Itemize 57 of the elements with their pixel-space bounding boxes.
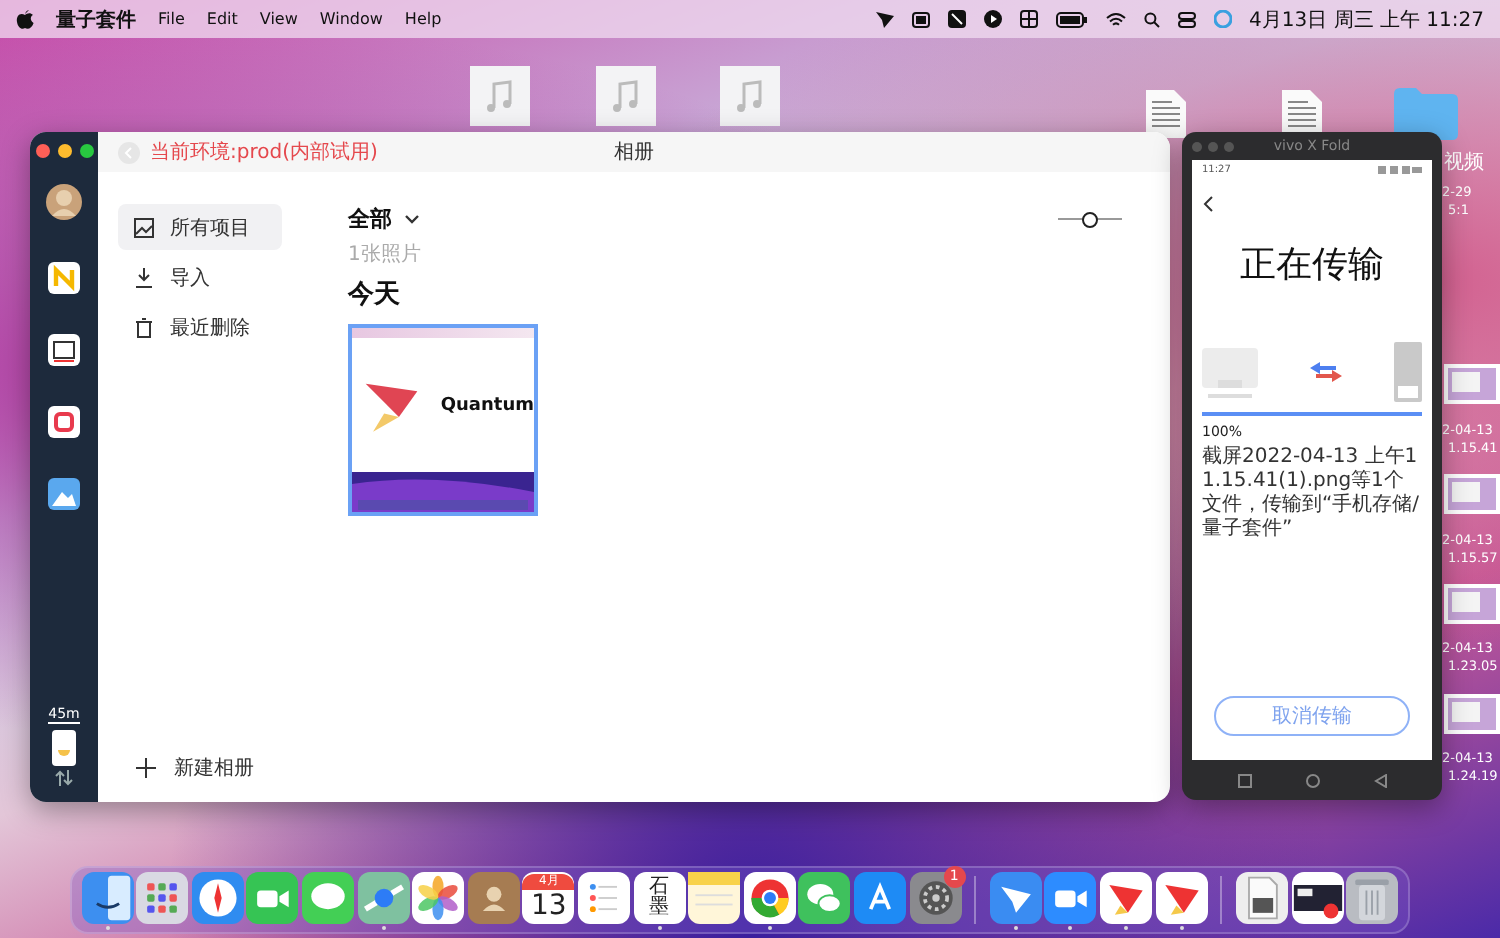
rounded-square-icon[interactable]: [48, 406, 80, 438]
app-icon-label: 石墨: [649, 877, 670, 917]
transfer-arrows-icon: [1310, 362, 1342, 382]
window-icon[interactable]: [911, 11, 930, 27]
sidebar-item[interactable]: 最近删除: [118, 304, 282, 350]
apple-logo-icon[interactable]: [16, 9, 34, 29]
avatar[interactable]: [46, 184, 82, 220]
phone-icon: [1394, 342, 1422, 402]
back-button[interactable]: [1202, 196, 1214, 212]
chevron-down-icon: [404, 213, 420, 225]
circle-icon[interactable]: [1305, 773, 1319, 787]
wifi-icon[interactable]: [1105, 11, 1126, 27]
folder-label: 视频: [1444, 149, 1484, 176]
screenshot-file-icon[interactable]: [1444, 474, 1500, 514]
new-album-button[interactable]: 新建相册: [118, 754, 282, 782]
menu-item[interactable]: Help: [404, 10, 442, 28]
app-menu[interactable]: 量子套件: [56, 5, 136, 33]
photo-count: 1张照片: [348, 241, 423, 268]
section-heading: 今天: [348, 278, 402, 312]
sidebar-item[interactable]: 导入: [118, 254, 282, 300]
battery-icon[interactable]: [1055, 11, 1088, 27]
control-center-icon[interactable]: [1177, 11, 1196, 27]
plus-icon: [136, 758, 156, 778]
app-title: Quantum: [440, 395, 534, 415]
transfer-arrows-icon[interactable]: [54, 770, 74, 786]
photo-thumbnail[interactable]: Quantum: [348, 324, 538, 516]
page-heading: 正在传输: [1238, 242, 1386, 288]
menu-item[interactable]: Window: [319, 10, 383, 28]
sidebar-item[interactable]: 所有项目: [118, 204, 282, 250]
search-icon[interactable]: [1143, 11, 1160, 27]
letter-n-icon[interactable]: [48, 262, 80, 294]
zoom-button[interactable]: [79, 144, 93, 158]
monitor-icon: [1202, 344, 1258, 400]
image-icon: [134, 217, 154, 237]
zoom-slider[interactable]: [1058, 211, 1122, 227]
window-title: 相册: [614, 139, 654, 166]
back-icon[interactable]: [1373, 773, 1387, 787]
menu-item[interactable]: View: [259, 10, 298, 28]
environment-label: 当前环境:prod(内部试用): [150, 139, 378, 166]
mountain-icon[interactable]: [48, 478, 80, 510]
status-icons-drawing: [1378, 166, 1422, 174]
minimize-button[interactable]: [57, 144, 71, 158]
download-icon: [134, 267, 154, 287]
menu-bar-clock[interactable]: 4月13日 周三 上午 11:27: [1249, 5, 1484, 33]
screenshot-file-icon[interactable]: [1444, 694, 1500, 734]
screenshot-file-icon[interactable]: [1444, 584, 1500, 624]
close-button[interactable]: [35, 144, 49, 158]
screenshot-file-icon[interactable]: [1444, 364, 1500, 404]
menu-item[interactable]: Edit: [206, 10, 238, 28]
play-icon[interactable]: [983, 10, 1002, 28]
transfer-description: 截屏2022-04-13 上午11.15.41(1).png等1个文件，传输到“手机存储/量子套件”: [1202, 446, 1422, 542]
app-icon[interactable]: 石墨: [633, 871, 686, 923]
trash-icon: [134, 317, 154, 337]
filter-dropdown[interactable]: 全部: [348, 204, 420, 234]
calendar-day: 13: [530, 889, 567, 921]
grid-icon[interactable]: [1019, 10, 1038, 28]
menu-item[interactable]: File: [158, 10, 185, 28]
